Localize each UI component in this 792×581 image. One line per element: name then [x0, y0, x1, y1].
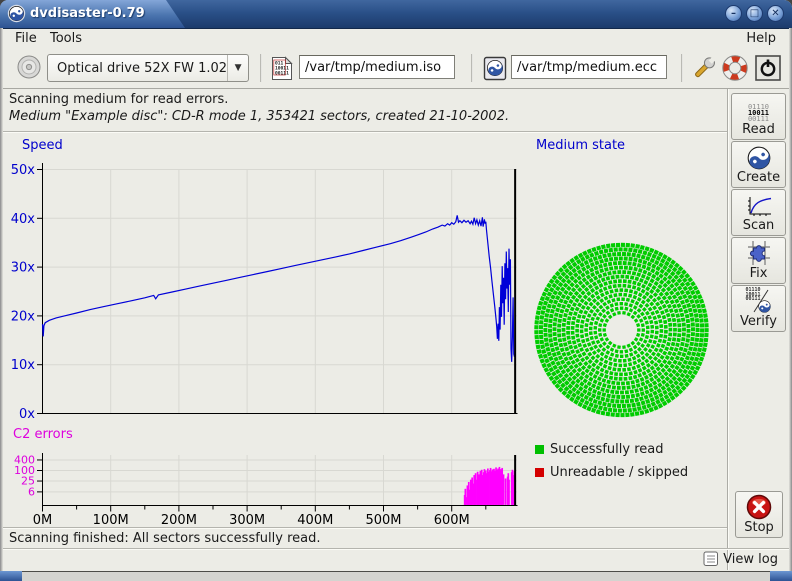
- fix-button[interactable]: Fix: [731, 237, 786, 284]
- yin-yang-icon: [747, 146, 771, 170]
- drive-selector-value: Optical drive 52X FW 1.02: [48, 61, 227, 76]
- svg-text:0M: 0M: [33, 513, 53, 528]
- window-left-border: [0, 28, 3, 571]
- statusbar-separator: [3, 548, 789, 549]
- wrench-icon: [691, 54, 718, 82]
- sidebar-separator: [727, 89, 728, 570]
- medium-state-title: Medium state: [536, 138, 625, 153]
- verify-compare-icon: 01110 10011 00111: [745, 288, 773, 314]
- titlebar[interactable]: dvdisaster-0.79 – □ ✕: [0, 0, 792, 29]
- power-icon: [755, 55, 781, 81]
- footer-status-text: Scanning finished: All sectors successfu…: [9, 531, 321, 546]
- legend-swatch-green: [535, 445, 544, 454]
- svg-text:400: 400: [14, 453, 35, 466]
- drive-selector-dropdown[interactable]: Optical drive 52X FW 1.02 ▼: [47, 54, 249, 82]
- log-list-icon: [703, 551, 719, 567]
- toolbar: Optical drive 52X FW 1.02 ▼ 011 10011 00…: [3, 49, 789, 89]
- resize-corner-right[interactable]: [770, 571, 792, 581]
- read-button[interactable]: 01110 10011 00111 Read: [731, 93, 786, 140]
- svg-text:600M: 600M: [434, 513, 470, 528]
- resize-corner-left[interactable]: [0, 571, 22, 581]
- dvdisaster-logo-icon: [7, 4, 26, 23]
- scan-curve-icon: [745, 195, 773, 218]
- menubar: File Tools Help: [3, 29, 789, 49]
- dvdisaster-window: dvdisaster-0.79 – □ ✕ File Tools Help Op…: [0, 0, 792, 581]
- lifebuoy-icon: [721, 54, 749, 82]
- legend-item-read: Successfully read: [535, 442, 663, 457]
- view-log-button[interactable]: View log: [703, 551, 778, 567]
- svg-text:30x: 30x: [11, 261, 36, 276]
- speed-chart-svg: 0x 10x 20x 30x 40x 50x: [0, 150, 530, 442]
- c2-chart-svg: 6251004000M100M200M300M400M500M600M: [0, 445, 530, 533]
- medium-info-line: Medium "Example disc": CD-R mode 1, 3534…: [9, 109, 509, 124]
- svg-text:400M: 400M: [297, 513, 333, 528]
- svg-text:40x: 40x: [11, 212, 36, 227]
- svg-text:0x: 0x: [19, 407, 35, 422]
- legend-label: Successfully read: [550, 442, 663, 457]
- view-log-label: View log: [723, 552, 778, 567]
- svg-text:10x: 10x: [11, 358, 36, 373]
- iso-path-input[interactable]: [299, 55, 455, 79]
- read-button-label: Read: [742, 122, 775, 137]
- chevron-down-icon: ▼: [227, 55, 248, 81]
- quit-button[interactable]: [755, 55, 781, 81]
- create-button[interactable]: Create: [731, 141, 786, 188]
- stop-button-label: Stop: [744, 520, 774, 535]
- verify-button[interactable]: 01110 10011 00111 Verify: [731, 285, 786, 332]
- puzzle-piece-icon: [745, 240, 773, 266]
- maximize-button[interactable]: □: [746, 5, 763, 22]
- read-binary-icon: 01110 10011 00111: [748, 104, 769, 122]
- preferences-button[interactable]: [691, 54, 718, 82]
- window-bottom-border[interactable]: [0, 571, 792, 581]
- header-separator: [3, 131, 727, 132]
- ecc-path-input[interactable]: [511, 55, 667, 79]
- help-button[interactable]: [721, 54, 749, 82]
- menu-tools[interactable]: Tools: [45, 29, 87, 49]
- minimize-button[interactable]: –: [725, 5, 742, 22]
- fix-button-label: Fix: [750, 266, 768, 281]
- toolbar-separator: [471, 54, 473, 82]
- scan-status-line: Scanning medium for read errors.: [9, 92, 228, 107]
- menu-help[interactable]: Help: [741, 29, 781, 49]
- legend-label: Unreadable / skipped: [550, 465, 688, 480]
- toolbar-separator: [681, 54, 683, 82]
- svg-text:500M: 500M: [365, 513, 401, 528]
- verify-button-label: Verify: [740, 314, 777, 329]
- close-button[interactable]: ✕: [767, 5, 784, 22]
- window-title: dvdisaster-0.79: [30, 0, 145, 28]
- svg-text:20x: 20x: [11, 309, 36, 324]
- medium-state-disc-svg: [533, 240, 713, 420]
- legend-item-unreadable: Unreadable / skipped: [535, 465, 688, 480]
- stop-button[interactable]: Stop: [735, 491, 783, 538]
- scan-button[interactable]: Scan: [731, 189, 786, 236]
- svg-text:300M: 300M: [229, 513, 265, 528]
- toolbar-separator: [260, 54, 262, 82]
- svg-text:00111: 00111: [275, 71, 289, 77]
- ecc-file-icon: [483, 56, 507, 81]
- scan-button-label: Scan: [743, 218, 775, 233]
- svg-text:100M: 100M: [93, 513, 129, 528]
- svg-text:50x: 50x: [11, 163, 36, 178]
- legend-swatch-red: [535, 468, 544, 477]
- create-button-label: Create: [737, 170, 780, 185]
- stop-icon: [746, 494, 772, 520]
- svg-text:200M: 200M: [161, 513, 197, 528]
- footer-separator: [3, 527, 727, 528]
- iso-file-icon: 011 10011 00111: [271, 56, 293, 81]
- optical-disc-icon: [16, 54, 42, 80]
- menu-file[interactable]: File: [10, 29, 42, 49]
